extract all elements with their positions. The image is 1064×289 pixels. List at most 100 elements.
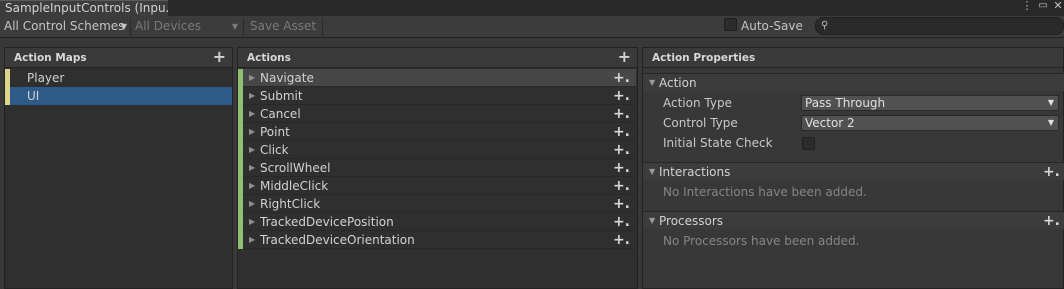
action-label: Navigate — [260, 71, 314, 85]
action-type-label: Action Type — [663, 96, 732, 110]
devices-dropdown[interactable]: All Devices ▼ — [131, 17, 241, 36]
action-type-dropdown[interactable]: Pass Through ▼ — [801, 95, 1059, 111]
action-maps-title: Action Maps — [14, 52, 87, 64]
expand-triangle-icon[interactable]: ▶ — [249, 231, 255, 249]
action-map-label: UI — [27, 89, 40, 103]
expand-triangle-icon[interactable]: ▶ — [249, 87, 255, 105]
action-marker — [238, 177, 243, 195]
add-binding-icon[interactable]: +. — [613, 105, 630, 123]
add-binding-icon[interactable]: +. — [613, 141, 630, 159]
action-item[interactable]: ▶ Click +. — [238, 141, 636, 159]
expand-triangle-icon[interactable]: ▶ — [249, 195, 255, 213]
action-item[interactable]: ▶ MiddleClick +. — [238, 177, 636, 195]
window-tab-title: SampleInputControls (Inpu... — [5, 1, 168, 15]
processors-section-label: Processors — [659, 214, 724, 228]
action-map-item[interactable]: UI — [5, 87, 232, 105]
action-item[interactable]: ▶ TrackedDeviceOrientation +. — [238, 231, 636, 249]
expand-triangle-icon[interactable]: ▶ — [249, 69, 255, 87]
action-label: TrackedDevicePosition — [260, 215, 394, 229]
action-marker — [238, 159, 243, 177]
add-binding-icon[interactable]: +. — [613, 195, 630, 213]
expand-triangle-icon[interactable]: ▶ — [249, 177, 255, 195]
control-type-label: Control Type — [663, 116, 738, 130]
kebab-menu-icon[interactable]: ⋮ — [1021, 0, 1033, 14]
add-processor-icon[interactable]: +. — [1043, 212, 1060, 230]
interactions-empty-text: No Interactions have been added. — [663, 185, 867, 199]
toolbar-divider — [322, 18, 323, 36]
add-action-map-icon[interactable]: + — [213, 48, 226, 66]
add-binding-icon[interactable]: +. — [613, 231, 630, 249]
action-properties-header: Action Properties — [643, 48, 1063, 68]
collapse-triangle-icon: ▼ — [649, 78, 656, 87]
expand-triangle-icon[interactable]: ▶ — [249, 123, 255, 141]
action-marker — [238, 69, 243, 87]
window-tab[interactable]: SampleInputControls (Inpu... — [0, 0, 168, 16]
action-maps-panel: Action Maps + Player UI — [4, 47, 233, 289]
action-item[interactable]: ▶ Point +. — [238, 123, 636, 141]
processors-section-header[interactable]: ▼ Processors +. — [643, 211, 1064, 229]
add-binding-icon[interactable]: +. — [613, 123, 630, 141]
action-item[interactable]: ▶ ScrollWheel +. — [238, 159, 636, 177]
action-map-item[interactable]: Player — [5, 69, 232, 87]
actions-title: Actions — [247, 52, 291, 64]
add-binding-icon[interactable]: +. — [613, 177, 630, 195]
maximize-icon[interactable]: ▭ — [1037, 0, 1049, 14]
control-schemes-label: All Control Schemes — [4, 19, 125, 33]
action-item[interactable]: ▶ RightClick +. — [238, 195, 636, 213]
toolbar-divider — [243, 18, 244, 36]
action-section-header[interactable]: ▼ Action — [643, 73, 1064, 91]
expand-triangle-icon[interactable]: ▶ — [249, 105, 255, 123]
action-maps-header: Action Maps + — [5, 48, 232, 68]
action-map-label: Player — [27, 71, 65, 85]
add-interaction-icon[interactable]: +. — [1043, 163, 1060, 181]
expand-triangle-icon[interactable]: ▶ — [249, 213, 255, 231]
expand-triangle-icon[interactable]: ▶ — [249, 159, 255, 177]
add-binding-icon[interactable]: +. — [613, 87, 630, 105]
action-properties-title: Action Properties — [652, 52, 756, 64]
action-marker — [238, 195, 243, 213]
processors-empty-text: No Processors have been added. — [663, 234, 860, 248]
search-input[interactable]: ⚲ — [815, 17, 1064, 35]
action-item[interactable]: ▶ Navigate +. — [238, 69, 636, 87]
collapse-triangle-icon: ▼ — [649, 216, 656, 225]
action-label: ScrollWheel — [260, 161, 331, 175]
action-label: RightClick — [260, 197, 321, 211]
add-binding-icon[interactable]: +. — [613, 159, 630, 177]
action-marker — [238, 87, 243, 105]
chevron-down-icon: ▼ — [1047, 98, 1054, 107]
action-label: Submit — [260, 89, 303, 103]
interactions-section-label: Interactions — [659, 165, 731, 179]
actions-panel: Actions + ▶ Navigate +. ▶ Submit +. ▶ Ca… — [237, 47, 638, 289]
action-section-label: Action — [659, 76, 697, 90]
initial-state-check-label: Initial State Check — [663, 136, 773, 150]
chevron-down-icon: ▼ — [231, 22, 238, 31]
save-asset-button[interactable]: Save Asset — [246, 17, 322, 36]
control-schemes-dropdown[interactable]: All Control Schemes ▼ — [0, 17, 130, 36]
action-label: Click — [260, 143, 289, 157]
control-type-dropdown[interactable]: Vector 2 ▼ — [801, 115, 1059, 131]
action-item[interactable]: ▶ Cancel +. — [238, 105, 636, 123]
close-icon[interactable]: ✕ — [1052, 0, 1064, 14]
action-marker — [238, 123, 243, 141]
actions-header: Actions + — [238, 48, 637, 68]
action-item[interactable]: ▶ TrackedDevicePosition +. — [238, 213, 636, 231]
expand-triangle-icon[interactable]: ▶ — [249, 141, 255, 159]
add-action-icon[interactable]: + — [618, 48, 631, 66]
action-marker — [238, 231, 243, 249]
add-binding-icon[interactable]: +. — [613, 213, 630, 231]
action-item[interactable]: ▶ Submit +. — [238, 87, 636, 105]
search-icon: ⚲ — [821, 20, 829, 31]
action-label: Cancel — [260, 107, 301, 121]
auto-save-checkbox[interactable] — [724, 18, 737, 31]
collapse-triangle-icon: ▼ — [649, 167, 656, 176]
window-title-bar: SampleInputControls (Inpu... ⋮ ▭ ✕ — [0, 0, 1064, 16]
action-label: TrackedDeviceOrientation — [260, 233, 415, 247]
action-marker — [238, 105, 243, 123]
interactions-section-header[interactable]: ▼ Interactions +. — [643, 162, 1064, 180]
action-map-marker — [5, 69, 10, 87]
chevron-down-icon: ▼ — [120, 22, 127, 31]
add-binding-icon[interactable]: +. — [613, 69, 630, 87]
initial-state-checkbox[interactable] — [802, 137, 815, 150]
devices-label: All Devices — [135, 19, 201, 33]
action-label: Point — [260, 125, 290, 139]
